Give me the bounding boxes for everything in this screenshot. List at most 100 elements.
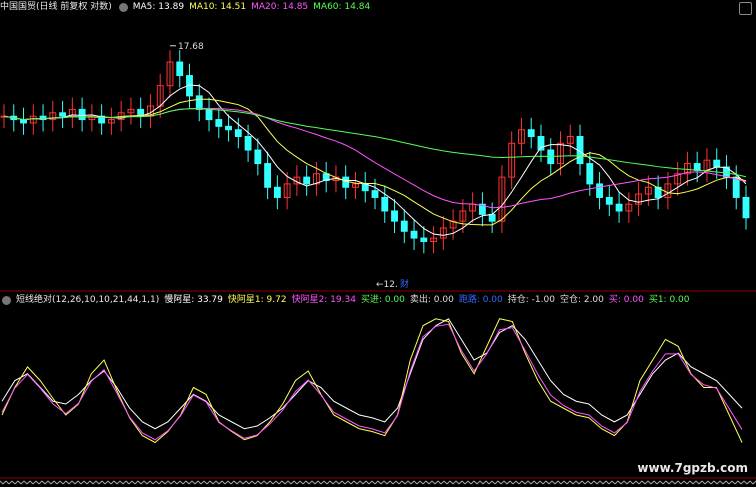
strip-mark <box>431 480 436 485</box>
strip-mark <box>86 480 91 485</box>
strip-mark <box>11 480 16 485</box>
candle-body <box>195 95 203 110</box>
empty-label: 空仓: 2.00 <box>559 295 604 305</box>
strip-mark <box>113 480 118 485</box>
strip-mark <box>500 480 505 485</box>
strip-mark <box>221 480 226 485</box>
strip-mark <box>254 480 259 485</box>
indicator-dot-icon[interactable] <box>2 296 11 305</box>
strip-mark <box>194 480 199 485</box>
strip-mark <box>128 480 133 485</box>
strip-mark <box>425 480 430 485</box>
strip-mark <box>671 480 676 485</box>
strip-mark <box>98 480 103 485</box>
strip-mark <box>674 480 679 485</box>
strip-mark <box>314 480 319 485</box>
strip-mark <box>470 480 475 485</box>
strip-mark <box>593 480 598 485</box>
candle-body <box>234 129 242 138</box>
candle-body <box>391 210 398 222</box>
strip-mark <box>0 480 4 485</box>
strip-mark <box>65 480 70 485</box>
candle-body <box>371 190 379 198</box>
strip-mark <box>203 480 208 485</box>
main-title: 中国国贸(日线 前复权 对数) <box>0 2 112 12</box>
strip-mark <box>386 480 391 485</box>
strip-mark <box>38 480 43 485</box>
buy1-label: 买1: 0.00 <box>648 295 690 305</box>
candle-body <box>78 108 86 121</box>
strip-mark <box>599 480 604 485</box>
settings-dot-icon[interactable] <box>118 3 128 12</box>
strip-mark <box>2 480 7 485</box>
fast1-label: 快阿星1: 9.72 <box>227 295 287 305</box>
strip-mark <box>485 480 490 485</box>
strip-mark <box>575 480 580 485</box>
strip-mark <box>497 480 502 485</box>
strip-mark <box>104 480 109 485</box>
strip-mark <box>455 480 460 485</box>
candle-body <box>254 149 262 165</box>
strip-mark <box>701 480 706 485</box>
strip-mark <box>137 480 142 485</box>
strip-mark <box>620 480 625 485</box>
finance-marker: 财 <box>400 278 409 290</box>
strip-mark <box>218 480 223 485</box>
strip-mark <box>293 480 298 485</box>
strip-mark <box>155 480 160 485</box>
candle-body <box>410 230 418 239</box>
strip-mark <box>161 480 166 485</box>
strip-mark <box>365 480 370 485</box>
candle-body <box>742 196 750 219</box>
strip-mark <box>227 480 232 485</box>
strip-mark <box>143 480 148 485</box>
strip-mark <box>251 480 256 485</box>
strip-mark <box>608 480 613 485</box>
strip-mark <box>32 480 37 485</box>
strip-mark <box>452 480 457 485</box>
strip-mark <box>362 480 367 485</box>
strip-mark <box>17 480 22 485</box>
strip-mark <box>281 480 286 485</box>
strip-mark <box>413 480 418 485</box>
strip-mark <box>638 480 643 485</box>
strip-mark <box>716 480 721 485</box>
strip-mark <box>611 480 616 485</box>
strip-mark <box>50 480 55 485</box>
candle-body <box>264 163 272 188</box>
candle-body <box>59 112 67 117</box>
strip-mark <box>92 480 97 485</box>
strip-mark <box>35 480 40 485</box>
strip-mark <box>26 480 31 485</box>
strip-mark <box>623 480 628 485</box>
candle-body <box>605 196 613 205</box>
strip-mark <box>515 480 520 485</box>
strip-mark <box>725 480 730 485</box>
strip-mark <box>545 480 550 485</box>
strip-mark <box>461 480 466 485</box>
close-panel-icon[interactable] <box>739 2 752 15</box>
strip-mark <box>230 480 235 485</box>
strip-mark <box>389 480 394 485</box>
strip-mark <box>380 480 385 485</box>
strip-mark <box>557 480 562 485</box>
strip-mark <box>212 480 217 485</box>
candle-body <box>205 108 213 121</box>
candle-body <box>693 163 701 171</box>
strip-mark <box>20 480 25 485</box>
strip-mark <box>578 480 583 485</box>
candle-body <box>732 176 740 198</box>
strip-mark <box>266 480 271 485</box>
strip-mark <box>734 480 739 485</box>
strip-mark <box>551 480 556 485</box>
strip-mark <box>95 480 100 485</box>
candle-body <box>596 183 603 198</box>
strip-mark <box>260 480 265 485</box>
strip-mark <box>332 480 337 485</box>
strip-mark <box>539 480 544 485</box>
strip-mark <box>149 480 154 485</box>
strip-mark <box>29 480 34 485</box>
strip-mark <box>341 480 346 485</box>
strip-mark <box>521 480 526 485</box>
strip-mark <box>110 480 115 485</box>
